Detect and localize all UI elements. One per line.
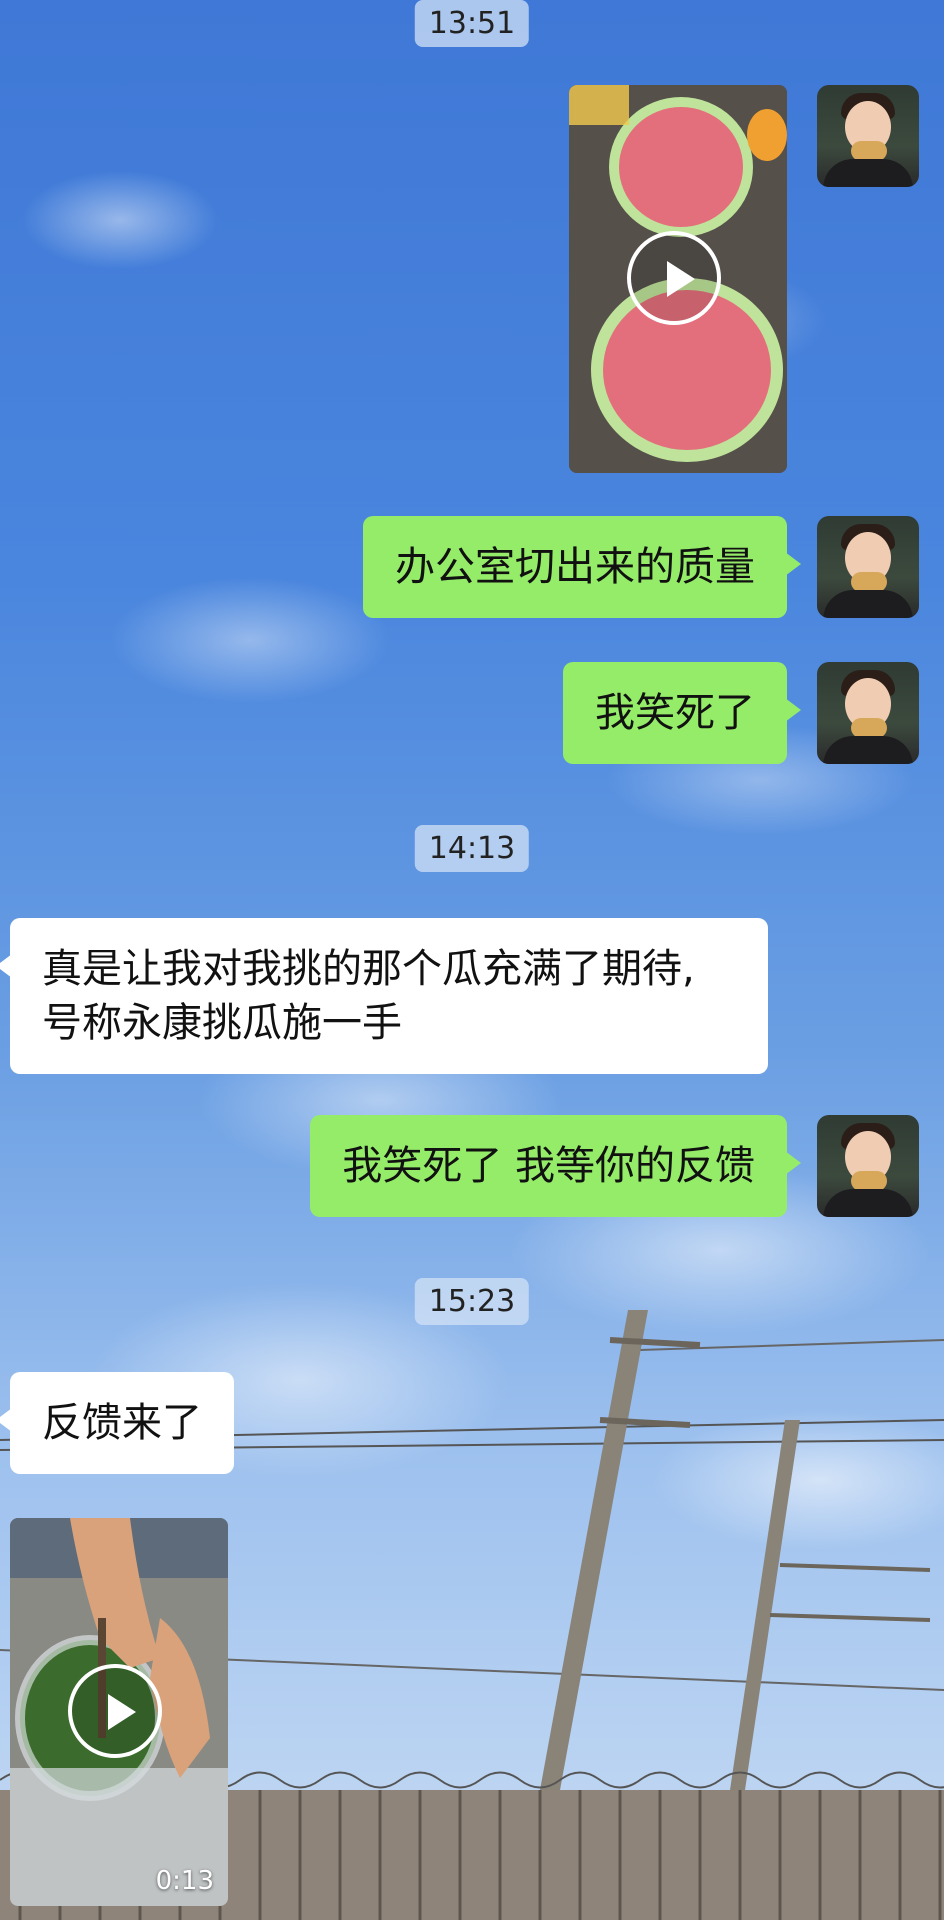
play-icon[interactable] [68, 1664, 162, 1758]
avatar[interactable] [817, 85, 919, 187]
video-duration: 0:13 [155, 1866, 214, 1896]
play-icon[interactable] [627, 231, 721, 325]
timestamp: 14:13 [414, 825, 530, 872]
timestamp: 13:51 [414, 0, 530, 47]
message-bubble-sent[interactable]: 我笑死了 我等你的反馈 [310, 1115, 801, 1217]
message-bubble-received[interactable]: 真是让我对我挑的那个瓜充满了期待, 号称永康挑瓜施一手 [0, 918, 768, 1074]
avatar[interactable] [817, 662, 919, 764]
avatar[interactable] [817, 1115, 919, 1217]
message-bubble-sent[interactable]: 办公室切出来的质量 [363, 516, 801, 618]
message-bubble-received[interactable]: 反馈来了 [0, 1372, 234, 1474]
avatar[interactable] [817, 516, 919, 618]
message-bubble-sent[interactable]: 我笑死了 [563, 662, 801, 764]
video-message-received[interactable]: 0:13 [10, 1518, 228, 1906]
message-line: 号称永康挑瓜施一手 [42, 1000, 402, 1046]
video-message-sent[interactable] [569, 85, 787, 473]
message-line: 真是让我对我挑的那个瓜充满了期待, [42, 946, 695, 992]
timestamp: 15:23 [414, 1278, 530, 1325]
